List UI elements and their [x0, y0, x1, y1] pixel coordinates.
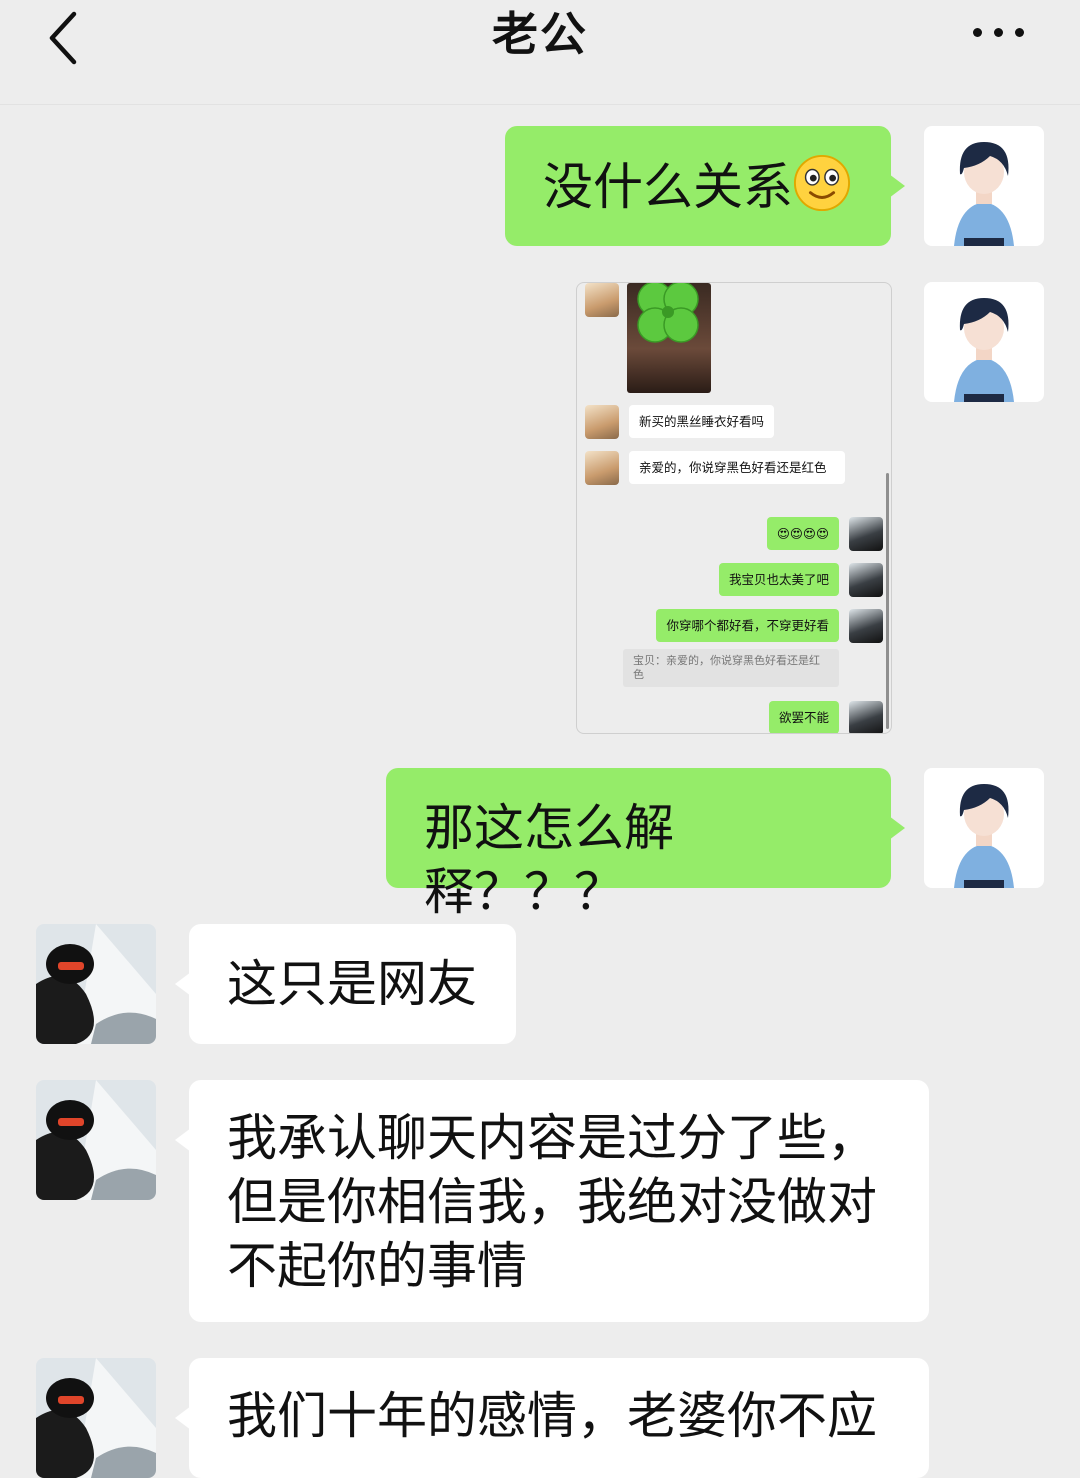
screenshot-row: 新买的黑丝睡衣好看吗 [585, 405, 775, 439]
my-avatar[interactable] [924, 768, 1044, 888]
message-text: 我们十年的感情，老婆你不应 [227, 1387, 877, 1445]
contact-avatar[interactable] [36, 924, 156, 1044]
contact-avatar[interactable] [36, 1358, 156, 1478]
chat-title: 老公 [492, 7, 588, 61]
my-avatar[interactable] [924, 126, 1044, 246]
message-bubble-other[interactable]: 我们十年的感情，老婆你不应 [175, 1358, 929, 1478]
chat-screenshot-image[interactable]: 新买的黑丝睡衣好看吗 亲爱的，你说穿黑色好看还是红色 😍😍😍😍 我宝贝也太美了吧… [576, 282, 892, 734]
more-button[interactable] [973, 28, 1024, 37]
message-bubble-other[interactable]: 这只是网友 [175, 924, 516, 1044]
message-text: 那这怎么解释？？？ [424, 799, 674, 921]
more-dots-icon [973, 28, 982, 37]
contact-avatar [585, 283, 619, 317]
chat-header: 老公 [0, 0, 1080, 105]
screenshot-row: 你穿哪个都好看，不穿更好看 [656, 609, 883, 643]
message-bubble-me[interactable]: 没什么关系 [505, 126, 905, 246]
message-text: 这只是网友 [227, 955, 477, 1013]
four-leaf-clover-sticker [637, 283, 699, 343]
screenshot-row: 我宝贝也太美了吧 [718, 563, 883, 597]
screenshot-message: 你穿哪个都好看，不穿更好看 [656, 609, 839, 642]
screenshot-row: 😍😍😍😍 [766, 517, 883, 551]
message-text: 没什么关系 [543, 158, 793, 216]
message-bubble-me[interactable]: 那这怎么解释？？？ [386, 768, 905, 921]
screenshot-message: 欲罢不能 [768, 701, 839, 733]
screenshot-row [585, 283, 619, 317]
message-text-line: 但是你相信我，我绝对没做对 [227, 1173, 877, 1231]
screenshot-row: 欲罢不能 [768, 701, 883, 733]
message-bubble-other[interactable]: 我承认聊天内容是过分了些， 但是你相信我，我绝对没做对 不起你的事情 [175, 1080, 929, 1322]
message-text-line: 我承认聊天内容是过分了些， [227, 1109, 877, 1167]
screenshot-message: 亲爱的，你说穿黑色好看还是红色 [629, 451, 845, 484]
message-text-line: 不起你的事情 [227, 1237, 527, 1295]
screenshot-message: 我宝贝也太美了吧 [718, 563, 839, 596]
smiley-face-emoji [793, 154, 851, 212]
screenshot-message: 😍😍😍😍 [766, 517, 839, 550]
contact-avatar[interactable] [36, 1080, 156, 1200]
quoted-message: 宝贝：亲爱的，你说穿黑色好看还是红色 [623, 649, 839, 687]
screenshot-message: 新买的黑丝睡衣好看吗 [629, 405, 775, 438]
screenshot-row: 亲爱的，你说穿黑色好看还是红色 [585, 451, 845, 485]
my-avatar[interactable] [924, 282, 1044, 402]
screenshot-scrollbar [886, 473, 889, 729]
